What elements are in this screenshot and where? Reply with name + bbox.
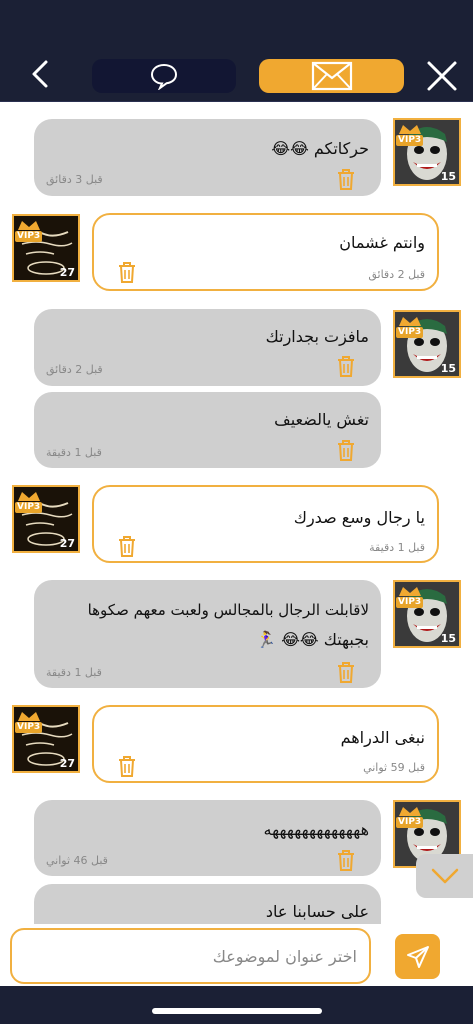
bottom-bar [0,986,473,1024]
compose-bar [0,924,473,986]
message-item: لاقابلت الرجال بالمجالس ولعبت معهم صكوها… [0,578,473,690]
scroll-to-bottom-button[interactable] [416,854,473,898]
topic-input[interactable] [10,928,371,984]
message-text-line-2: بجبهتك 😂😂 🏃‍♀️ [256,630,369,649]
message-item: يا رجال وسع صدرك قبل 1 دقيقة VIP3 27 [0,482,473,566]
level-badge: 15 [440,632,456,645]
trash-icon[interactable] [335,660,357,684]
level-badge: 27 [59,757,75,770]
message-text: تغش يالضعيف [274,410,369,429]
chat-list[interactable]: حركاتكم 😂😂 قبل 3 دقائق VIP3 15 وانتم غشم… [0,102,473,924]
vip-badge: VIP3 [396,817,424,828]
message-time: قبل 1 دقيقة [369,541,425,554]
level-badge: 27 [59,266,75,279]
message-text: مافزت بجدارتك [265,327,369,346]
send-button[interactable] [395,934,440,979]
vip-badge: VIP3 [15,722,43,733]
message-item: على حسابنا عاد [0,882,473,924]
message-text-line-1: لاقابلت الرجال بالمجالس ولعبت معهم صكوها [87,601,369,619]
message-bubble: لاقابلت الرجال بالمجالس ولعبت معهم صكوها… [34,580,381,688]
message-item: تغش يالضعيف قبل 1 دقيقة [0,390,473,470]
trash-icon[interactable] [116,754,138,778]
avatar[interactable]: VIP3 15 [393,118,461,186]
envelope-icon [311,61,352,91]
message-time: قبل 1 دقيقة [46,446,102,459]
close-button[interactable] [420,54,464,98]
level-badge: 27 [59,537,75,550]
message-item: مافزت بجدارتك قبل 2 دقائق VIP3 15 [0,306,473,386]
trash-icon[interactable] [335,438,357,462]
avatar[interactable]: VIP3 27 [12,214,80,282]
close-icon [427,61,457,91]
message-text: على حسابنا عاد [265,902,369,921]
message-time: قبل 1 دقيقة [46,666,102,679]
avatar[interactable]: VIP3 27 [12,705,80,773]
message-item: نبغى الدراهم قبل 59 ثواني VIP3 27 [0,702,473,786]
level-badge: 15 [440,170,456,183]
message-text: وانتم غشمان [339,233,425,252]
nav-bar [0,48,473,102]
tab-messages[interactable] [259,59,404,93]
message-bubble: مافزت بجدارتك قبل 2 دقائق [34,309,381,386]
message-bubble: يا رجال وسع صدرك قبل 1 دقيقة [92,485,439,563]
message-bubble: وانتم غشمان قبل 2 دقائق [92,213,439,291]
message-time: قبل 46 ثواني [46,854,108,867]
back-button[interactable] [22,54,58,94]
message-item: هههههههههههههه قبل 46 ثواني VIP3 [0,798,473,878]
message-bubble: حركاتكم 😂😂 قبل 3 دقائق [34,119,381,196]
message-text: نبغى الدراهم [340,728,425,747]
trash-icon[interactable] [335,848,357,872]
trash-icon[interactable] [335,354,357,378]
message-bubble: نبغى الدراهم قبل 59 ثواني [92,705,439,783]
speech-bubble-icon [150,63,178,90]
message-bubble: على حسابنا عاد [34,884,381,924]
trash-icon[interactable] [116,260,138,284]
message-item: وانتم غشمان قبل 2 دقائق VIP3 27 [0,210,473,294]
message-time: قبل 59 ثواني [363,761,425,774]
message-item: حركاتكم 😂😂 قبل 3 دقائق VIP3 15 [0,102,473,198]
vip-badge: VIP3 [396,327,424,338]
message-text: هههههههههههههه [263,820,369,839]
message-bubble: هههههههههههههه قبل 46 ثواني [34,800,381,876]
message-text: حركاتكم 😂😂 [271,139,369,158]
trash-icon[interactable] [335,167,357,191]
message-text: يا رجال وسع صدرك [293,508,425,527]
vip-badge: VIP3 [396,135,424,146]
send-icon [406,945,429,968]
vip-badge: VIP3 [15,231,43,242]
avatar[interactable]: VIP3 15 [393,310,461,378]
message-time: قبل 3 دقائق [46,173,103,186]
message-time: قبل 2 دقائق [46,363,103,376]
vip-badge: VIP3 [396,597,424,608]
avatar[interactable]: VIP3 27 [12,485,80,553]
status-bar [0,0,473,48]
home-indicator [152,1008,322,1014]
chevron-left-icon [32,60,48,88]
tab-chat[interactable] [92,59,236,93]
vip-badge: VIP3 [15,502,43,513]
level-badge: 15 [440,362,456,375]
message-bubble: تغش يالضعيف قبل 1 دقيقة [34,392,381,468]
trash-icon[interactable] [116,534,138,558]
avatar[interactable]: VIP3 15 [393,580,461,648]
message-time: قبل 2 دقائق [368,268,425,281]
chevron-down-icon [431,868,458,884]
